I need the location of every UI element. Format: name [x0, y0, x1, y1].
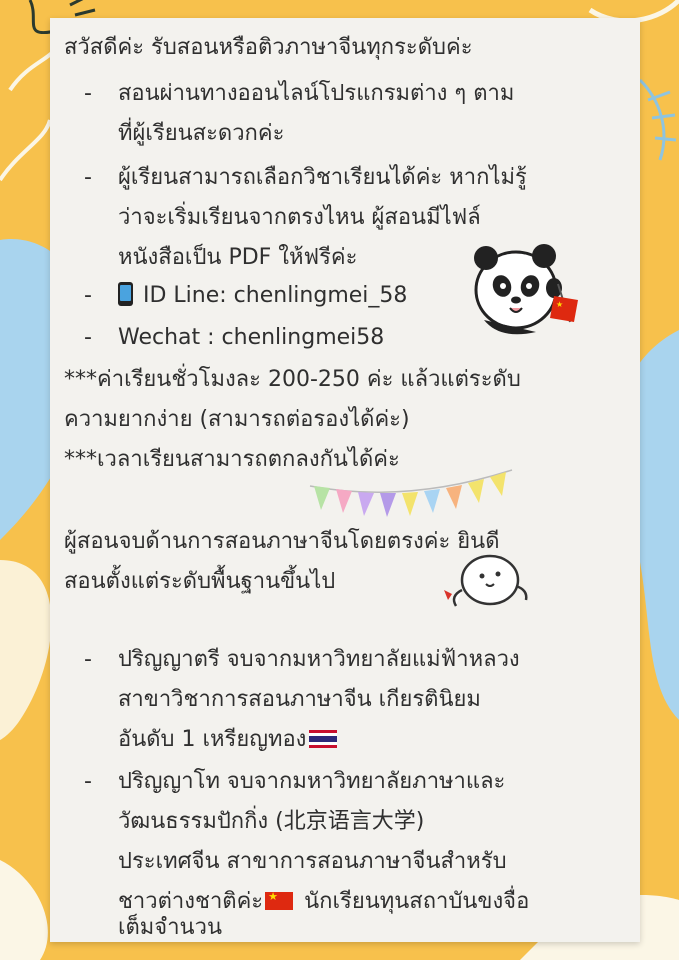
bachelor-line-3: อันดับ 1 เหรียญทอง — [118, 720, 338, 760]
panda-with-china-flag-sticker: ★ — [474, 244, 578, 335]
tutor-intro-line-1: ผู้สอนจบด้านการสอนภาษาจีนโดยตรงค่ะ ยินดี — [64, 529, 500, 554]
bullet-2-line-1: ผู้เรียนสามารถเลือกวิชาเรียนได้ค่ะ หากไม… — [118, 165, 527, 190]
bachelor-line-1: ปริญญาตรี จบจากมหาวิทยาลัยแม่ฟ้าหลวง — [118, 647, 520, 672]
line-id-text: ID Line: chenlingmei_58 — [143, 283, 408, 308]
bullet-2-line-3: หนังสือเป็น PDF ให้ฟรีค่ะ — [118, 245, 358, 270]
white-bun-character-sticker — [444, 554, 528, 607]
bullet-1-line-2: ที่ผู้เรียนสะดวกค่ะ — [118, 121, 285, 146]
bachelor-line-3-text: อันดับ 1 เหรียญทอง — [118, 727, 307, 752]
bullet-2-line-2: ว่าจะเริ่มเรียนจากตรงไหน ผู้สอนมีไฟล์ — [118, 205, 481, 230]
bullet-dash: - — [84, 81, 92, 106]
mobile-phone-icon — [118, 282, 133, 306]
intro-text: สวัสดีค่ะ รับสอนหรือติวภาษาจีนทุกระดับค่… — [64, 35, 473, 60]
fee-line-1: ***ค่าเรียนชั่วโมงละ 200-250 ค่ะ แล้วแต่… — [64, 367, 521, 392]
china-flag-icon — [265, 890, 294, 910]
master-line-2: วัฒนธรรมปักกิ่ง (北京语言大学) — [118, 809, 425, 834]
text-card: สวัสดีค่ะ รับสอนหรือติวภาษาจีนทุกระดับค่… — [50, 18, 640, 942]
pastel-bunting-flags-sticker — [309, 469, 513, 517]
bullet-1-line-1: สอนผ่านทางออนไลน์โปรแกรมต่าง ๆ ตาม — [118, 81, 515, 106]
bullet-dash: - — [84, 647, 92, 672]
master-line-5: เต็มจำนวน — [118, 915, 222, 940]
svg-text:★: ★ — [556, 300, 563, 309]
thailand-flag-icon — [309, 730, 338, 748]
wechat-text: Wechat : chenlingmei58 — [118, 325, 385, 350]
master-line-1: ปริญญาโท จบจากมหาวิทยาลัยภาษาและ — [118, 769, 506, 794]
line-id-row: ID Line: chenlingmei_58 — [118, 276, 407, 316]
master-line-3: ประเทศจีน สาขาการสอนภาษาจีนสำหรับ — [118, 849, 507, 874]
bullet-dash: - — [84, 769, 92, 794]
fee-line-2: ความยากง่าย (สามารถต่อรองได้ค่ะ) — [64, 407, 410, 432]
tutor-intro-line-2: สอนตั้งแต่ระดับพื้นฐานขึ้นไป — [64, 569, 336, 594]
master-line-4-rest: นักเรียนทุนสถาบันขงจื่อ — [297, 889, 530, 914]
bachelor-line-2: สาขาวิชาการสอนภาษาจีน เกียรตินิยม — [118, 687, 481, 712]
bullet-dash: - — [84, 283, 92, 308]
bullet-dash: - — [84, 165, 92, 190]
bullet-dash: - — [84, 325, 92, 350]
